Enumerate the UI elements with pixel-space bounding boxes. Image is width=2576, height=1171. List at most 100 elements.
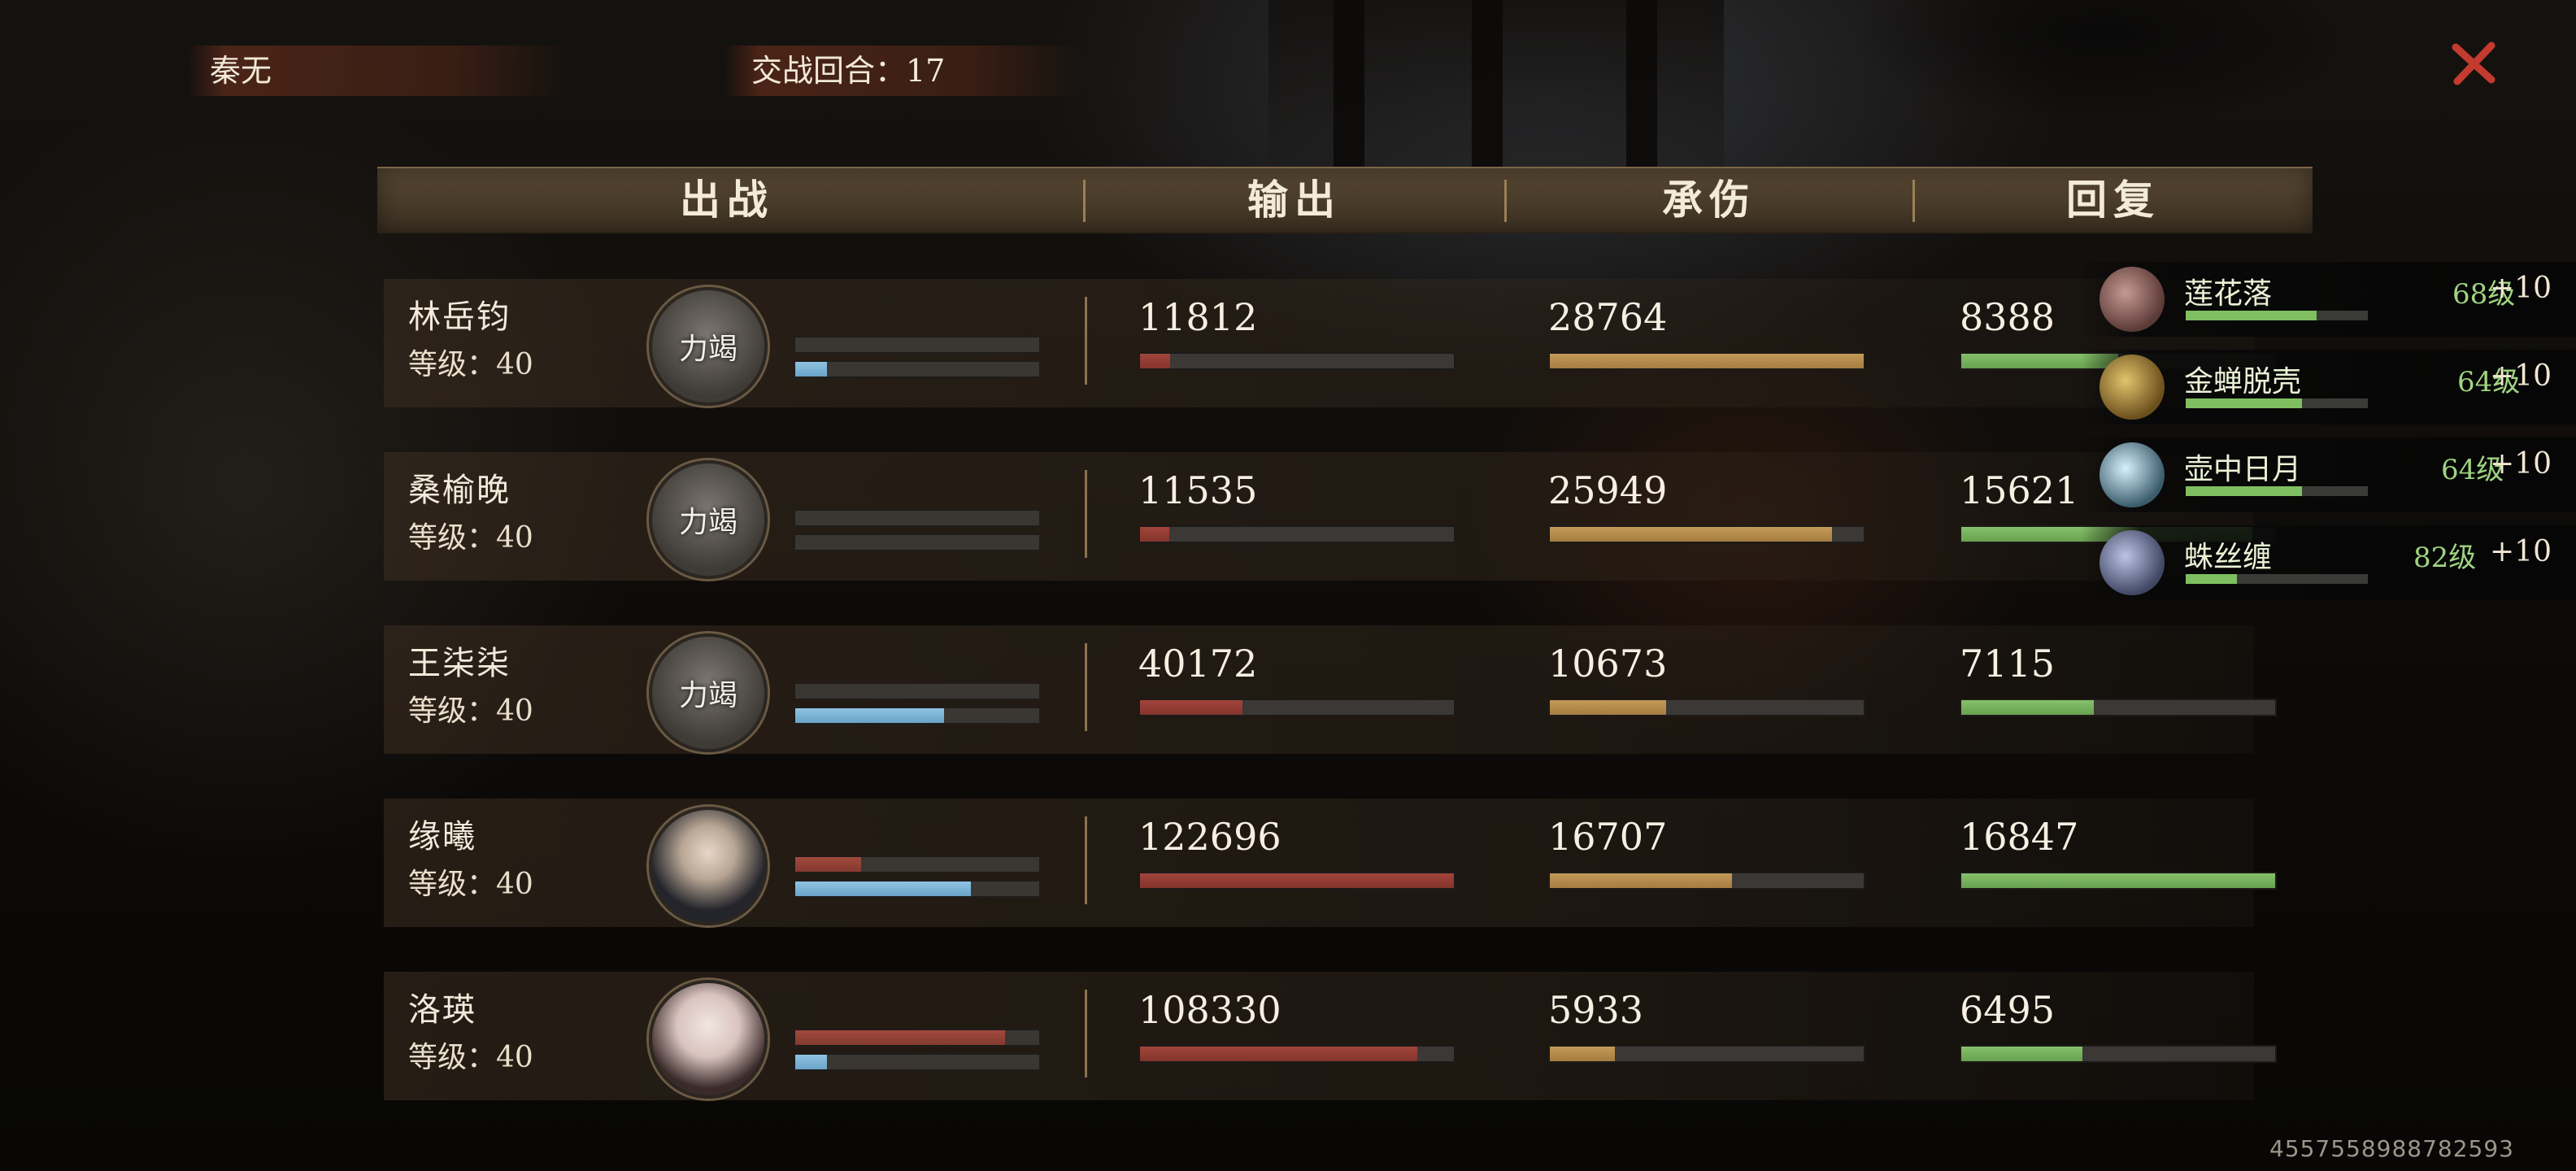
- fighter-mp-fill: [795, 882, 971, 896]
- fighter-name: 王柒柒: [408, 645, 511, 682]
- skill-name: 金蝉脱壳: [2184, 365, 2302, 398]
- row-divider: [1085, 470, 1087, 558]
- pavilion-post: [1626, 0, 1657, 171]
- recovery-value: 8388: [1960, 295, 2056, 339]
- skill-bonus: +10: [2490, 447, 2552, 481]
- header-output: 输出: [1247, 176, 1342, 224]
- row-divider: [1085, 816, 1087, 904]
- output-bar: [1138, 872, 1456, 890]
- fighter-level: 等级：40: [408, 521, 533, 555]
- skill-entry[interactable]: 壶中日月 64级 +10: [2082, 437, 2576, 512]
- stats-table-header: 出战 输出 承伤 回复: [377, 167, 2313, 233]
- damage-taken-bar-fill: [1550, 527, 1833, 542]
- skill-progress-bar: [2186, 311, 2368, 320]
- fighter-hp-bar: [794, 682, 1041, 700]
- rounds-plaque: 交战回合：17: [724, 46, 1081, 96]
- output-bar: [1138, 352, 1456, 370]
- golden-cicada-skill-icon: [2100, 355, 2165, 420]
- fighter-mp-bar: [794, 360, 1041, 378]
- fighter-mp-bar: [794, 1053, 1041, 1071]
- lotus-skill-icon: [2100, 267, 2165, 332]
- recovery-bar-fill: [1961, 1047, 2082, 1061]
- damage-taken-bar-fill: [1550, 873, 1733, 888]
- close-button[interactable]: [2448, 37, 2500, 89]
- fighter-avatar[interactable]: [649, 980, 768, 1099]
- damage-taken-bar: [1548, 1045, 1865, 1063]
- damage-taken-value: 16707: [1548, 815, 1668, 859]
- output-bar: [1138, 1045, 1456, 1063]
- damage-taken-bar: [1548, 352, 1865, 370]
- skill-progress-fill: [2186, 574, 2237, 584]
- fighter-hp-bar: [794, 1029, 1041, 1047]
- skill-progress-fill: [2186, 486, 2303, 496]
- pavilion-post: [1472, 0, 1503, 171]
- gourd-sun-moon-skill-icon: [2100, 442, 2165, 507]
- skill-progress-bar: [2186, 486, 2368, 496]
- header-recovery: 回复: [2066, 176, 2160, 224]
- damage-taken-value: 5933: [1548, 988, 1644, 1032]
- damage-taken-bar-fill: [1550, 1047, 1615, 1061]
- fighter-name: 林岳钧: [408, 298, 511, 336]
- skill-entry[interactable]: 莲花落 68级 +10: [2082, 262, 2576, 337]
- output-bar-fill: [1140, 700, 1243, 715]
- fighter-hp-fill: [795, 857, 861, 872]
- fighter-mp-bar: [794, 533, 1041, 551]
- skill-entry[interactable]: 金蝉脱壳 64级 +10: [2082, 350, 2576, 424]
- fighter-avatar[interactable]: 力竭: [649, 460, 768, 579]
- damage-taken-value: 28764: [1548, 295, 1668, 339]
- fighter-name: 缘曦: [408, 818, 476, 855]
- header-deploy: 出战: [680, 176, 774, 224]
- fighter-name: 桑榆晚: [408, 472, 511, 509]
- output-bar: [1138, 525, 1456, 543]
- recovery-bar-fill: [1961, 873, 2275, 888]
- row-divider: [1085, 297, 1087, 385]
- skill-progress-fill: [2186, 311, 2317, 320]
- recovery-value: 6495: [1960, 988, 2056, 1032]
- pavilion-eaves-decoration: [1268, 0, 1724, 171]
- exhausted-status-label: 力竭: [678, 333, 738, 366]
- output-bar-fill: [1140, 1047, 1417, 1061]
- output-value: 40172: [1138, 642, 1258, 686]
- damage-taken-bar: [1548, 525, 1865, 543]
- fighter-mp-fill: [795, 708, 944, 723]
- fighter-avatar[interactable]: [649, 807, 768, 925]
- fighter-mp-fill: [795, 362, 827, 377]
- skill-progress-bar: [2186, 574, 2368, 584]
- fighter-level: 等级：40: [408, 1041, 533, 1074]
- close-x-icon: [2452, 41, 2496, 85]
- skill-name: 蛛丝缠: [2184, 541, 2273, 574]
- damage-taken-bar: [1548, 699, 1865, 716]
- recovery-bar: [1960, 1045, 2277, 1063]
- recovery-bar-fill: [1961, 700, 2094, 715]
- damage-taken-value: 10673: [1548, 642, 1668, 686]
- skill-progress-bar: [2186, 398, 2368, 408]
- player-name: 秦无: [210, 53, 272, 89]
- output-bar-fill: [1140, 527, 1170, 542]
- recovery-bar: [1960, 699, 2277, 716]
- fighter-avatar[interactable]: 力竭: [649, 633, 768, 752]
- exhausted-status-label: 力竭: [678, 506, 738, 539]
- fighter-level: 等级：40: [408, 694, 533, 728]
- player-id-watermark: 4557558988782593: [2269, 1135, 2514, 1162]
- player-name-plaque: 秦无: [187, 46, 569, 96]
- fighter-avatar[interactable]: 力竭: [649, 287, 768, 406]
- tree-silhouette: [1740, 0, 2472, 179]
- skill-level: 82级: [2413, 542, 2477, 574]
- pavilion-post: [1334, 0, 1364, 171]
- skill-bonus: +10: [2490, 535, 2552, 568]
- row-divider: [1085, 643, 1087, 731]
- skill-bonus: +10: [2490, 359, 2552, 393]
- fighter-hp-bar: [794, 336, 1041, 354]
- fighter-row: 缘曦 等级：40 122696 16707 16847: [384, 799, 2277, 927]
- recovery-bar: [1960, 872, 2277, 890]
- row-divider: [1085, 990, 1087, 1077]
- damage-taken-bar-fill: [1550, 354, 1864, 368]
- fighter-hp-fill: [795, 1030, 1005, 1045]
- fighter-hp-bar: [794, 509, 1041, 527]
- fighter-level: 等级：40: [408, 348, 533, 381]
- fighter-mp-bar: [794, 707, 1041, 725]
- output-value: 108330: [1138, 988, 1281, 1032]
- fighter-hp-bar: [794, 855, 1041, 873]
- fighter-row: 王柒柒 等级：40 力竭 40172 10673 7115: [384, 625, 2277, 754]
- skill-entry[interactable]: 蛛丝缠 82级 +10: [2082, 525, 2576, 600]
